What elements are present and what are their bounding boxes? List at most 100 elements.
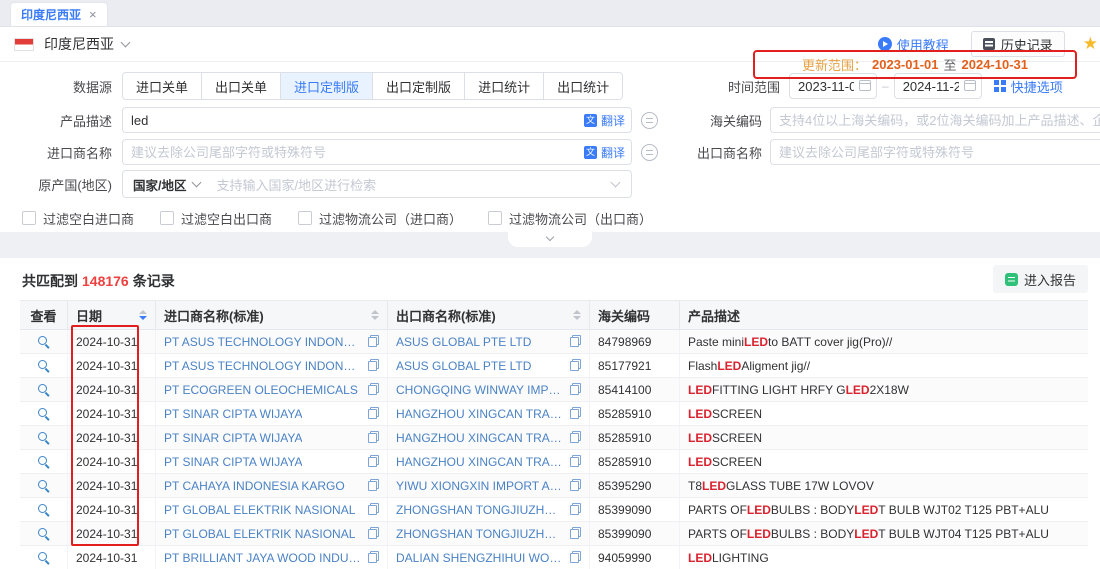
- copy-icon[interactable]: [367, 527, 379, 540]
- view-magnifier-icon[interactable]: [37, 407, 50, 420]
- copy-icon[interactable]: [569, 503, 581, 516]
- collapse-panel-handle[interactable]: [508, 232, 592, 247]
- importer-link[interactable]: PT GLOBAL ELEKTRIK NASIONAL: [164, 527, 355, 541]
- exporter-link[interactable]: HANGZHOU XINGCAN TRADING CO LTD: [396, 431, 563, 445]
- copy-icon[interactable]: [367, 551, 379, 564]
- importer-link[interactable]: PT SINAR CIPTA WIJAYA: [164, 455, 302, 469]
- importer-link[interactable]: PT GLOBAL ELEKTRIK NASIONAL: [164, 503, 355, 517]
- copy-icon[interactable]: [569, 455, 581, 468]
- sort-icon[interactable]: [139, 310, 147, 320]
- importer-input[interactable]: [122, 139, 632, 165]
- filter-checkbox[interactable]: 过滤空白进口商: [22, 209, 134, 228]
- view-magnifier-icon[interactable]: [37, 551, 50, 564]
- view-magnifier-icon[interactable]: [37, 455, 50, 468]
- view-magnifier-icon[interactable]: [37, 335, 50, 348]
- exporter-link[interactable]: HANGZHOU XINGCAN TRADING CO LTD: [396, 455, 563, 469]
- exporter-link[interactable]: HANGZHOU XINGCAN TRADING CO LTD: [396, 407, 563, 421]
- copy-icon[interactable]: [367, 335, 379, 348]
- copy-icon[interactable]: [569, 431, 581, 444]
- star-icon[interactable]: ★: [1083, 34, 1098, 54]
- filter-checkbox[interactable]: 过滤物流公司（出口商）: [488, 209, 652, 228]
- filter-checkbox[interactable]: 过滤物流公司（进口商）: [298, 209, 462, 228]
- importer-link[interactable]: PT SINAR CIPTA WIJAYA: [164, 407, 302, 421]
- circled-menu-icon[interactable]: [641, 144, 658, 161]
- sort-icon[interactable]: [573, 310, 581, 320]
- row-date: 2024-10-31: [68, 498, 156, 521]
- copy-icon[interactable]: [569, 527, 581, 540]
- copy-icon[interactable]: [367, 455, 379, 468]
- exporter-input[interactable]: [770, 139, 1100, 165]
- annotation-box-update-range: 更新范围： 2023-01-01 至 2024-10-31: [753, 50, 1077, 79]
- importer-link[interactable]: PT ASUS TECHNOLOGY INDONESIA BA...: [164, 359, 361, 373]
- view-magnifier-icon[interactable]: [37, 527, 50, 540]
- checkbox-icon[interactable]: [488, 211, 502, 225]
- data-source-option[interactable]: 出口定制版: [373, 73, 465, 99]
- data-source-option[interactable]: 出口统计: [544, 73, 622, 99]
- origin-country-select[interactable]: 国家/地区 支持输入国家/地区进行检索: [122, 170, 632, 198]
- translate-button[interactable]: 文 翻译: [584, 139, 625, 165]
- checkbox-label: 过滤物流公司（出口商）: [509, 209, 652, 228]
- tab-close-icon[interactable]: ×: [89, 7, 97, 22]
- exporter-link[interactable]: CHONGQING WINWAY IMPORT AND E...: [396, 383, 563, 397]
- copy-icon[interactable]: [569, 335, 581, 348]
- copy-icon[interactable]: [367, 359, 379, 372]
- hs-code-input[interactable]: [770, 107, 1100, 133]
- copy-icon[interactable]: [367, 407, 379, 420]
- importer-link[interactable]: PT BRILLIANT JAYA WOOD INDUSTRY: [164, 551, 361, 565]
- data-source-option[interactable]: 出口关单: [202, 73, 281, 99]
- copy-icon[interactable]: [569, 383, 581, 396]
- filter-checkbox[interactable]: 过滤空白出口商: [160, 209, 272, 228]
- origin-select-trigger[interactable]: 国家/地区: [133, 175, 200, 194]
- importer-link[interactable]: PT ECOGREEN OLEOCHEMICALS: [164, 383, 358, 397]
- table-row: 2024-10-31 PT GLOBAL ELEKTRIK NASIONAL Z…: [20, 498, 1088, 522]
- col-header-exporter[interactable]: 出口商名称(标准): [388, 301, 590, 329]
- importer-link[interactable]: PT CAHAYA INDONESIA KARGO: [164, 479, 345, 493]
- table-row: 2024-10-31 PT CAHAYA INDONESIA KARGO YIW…: [20, 474, 1088, 498]
- tab-indonesia[interactable]: 印度尼西亚 ×: [10, 2, 108, 26]
- exporter-link[interactable]: ZHONGSHAN TONGJIUZHOU INTERNA...: [396, 503, 563, 517]
- data-source-option[interactable]: 进口定制版: [281, 73, 373, 99]
- sort-icon[interactable]: [371, 310, 379, 320]
- product-desc-input[interactable]: [122, 107, 632, 133]
- exporter-link[interactable]: YIWU XIONGXIN IMPORT AND EXPORT...: [396, 479, 563, 493]
- view-magnifier-icon[interactable]: [37, 383, 50, 396]
- enter-report-button[interactable]: 进入报告: [993, 265, 1088, 293]
- col-header-date[interactable]: 日期: [68, 301, 156, 329]
- importer-link[interactable]: PT SINAR CIPTA WIJAYA: [164, 431, 302, 445]
- copy-icon[interactable]: [367, 479, 379, 492]
- play-circle-icon: [878, 37, 892, 51]
- exporter-link[interactable]: ASUS GLOBAL PTE LTD: [396, 335, 531, 349]
- copy-icon[interactable]: [569, 359, 581, 372]
- exporter-link[interactable]: DALIAN SHENGZHIHUI WOOD INDUST...: [396, 551, 563, 565]
- copy-icon[interactable]: [569, 407, 581, 420]
- quick-options-link[interactable]: 快捷选项: [994, 77, 1063, 96]
- table-header: 查看 日期 进口商名称(标准) 出口商名称(标准) 海关编码 产品描述: [20, 300, 1088, 330]
- exporter-link[interactable]: ASUS GLOBAL PTE LTD: [396, 359, 531, 373]
- checkbox-icon[interactable]: [160, 211, 174, 225]
- view-magnifier-icon[interactable]: [37, 431, 50, 444]
- checkbox-label: 过滤空白出口商: [181, 209, 272, 228]
- col-header-importer[interactable]: 进口商名称(标准): [156, 301, 388, 329]
- match-count: 共匹配到148176条记录: [22, 271, 175, 291]
- copy-icon[interactable]: [569, 479, 581, 492]
- calendar-icon[interactable]: [964, 80, 976, 91]
- copy-icon[interactable]: [367, 383, 379, 396]
- copy-icon[interactable]: [569, 551, 581, 564]
- data-source-option[interactable]: 进口关单: [123, 73, 202, 99]
- view-magnifier-icon[interactable]: [37, 503, 50, 516]
- view-magnifier-icon[interactable]: [37, 359, 50, 372]
- copy-icon[interactable]: [367, 503, 379, 516]
- importer-link[interactable]: PT ASUS TECHNOLOGY INDONESIA BA...: [164, 335, 361, 349]
- row-product-desc: PARTS OF LED BULBS : BODY LED T BULB WJT…: [680, 498, 1088, 521]
- circled-menu-icon[interactable]: [641, 112, 658, 129]
- checkbox-icon[interactable]: [22, 211, 36, 225]
- chevron-down-icon[interactable]: [121, 37, 131, 47]
- copy-icon[interactable]: [367, 431, 379, 444]
- checkbox-icon[interactable]: [298, 211, 312, 225]
- col-header-view[interactable]: 查看: [20, 301, 68, 329]
- translate-button[interactable]: 文 翻译: [584, 107, 625, 133]
- calendar-icon[interactable]: [859, 80, 871, 91]
- exporter-link[interactable]: ZHONGSHAN TONGJIUZHOU INTERNA...: [396, 527, 563, 541]
- data-source-option[interactable]: 进口统计: [465, 73, 544, 99]
- view-magnifier-icon[interactable]: [37, 479, 50, 492]
